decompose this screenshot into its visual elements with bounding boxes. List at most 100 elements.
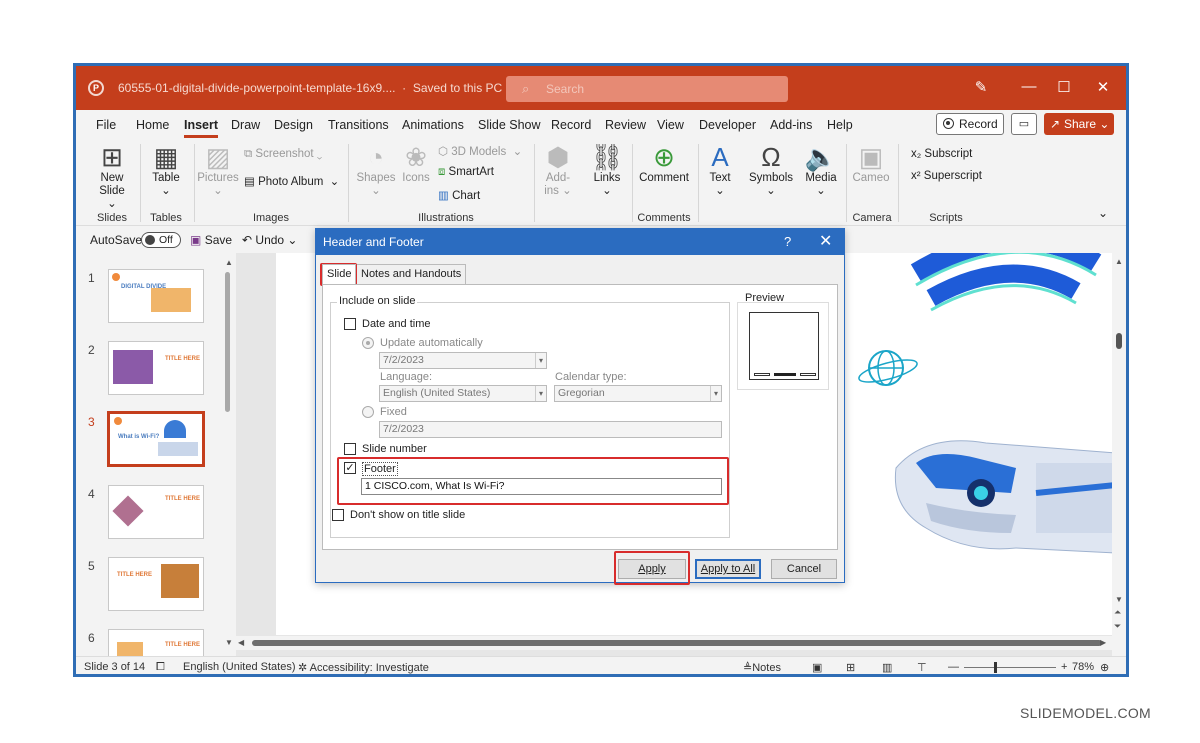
- menu-record[interactable]: Record: [551, 118, 591, 132]
- add-ins-button[interactable]: ⬢ Add-ins ⌄: [540, 142, 576, 198]
- save-button[interactable]: ▣ Save: [190, 233, 232, 247]
- dont-show-title-label: Don't show on title slide: [350, 509, 466, 521]
- screenshot-button[interactable]: ⧉ Screenshot ⌄: [244, 148, 322, 161]
- fixed-date-input[interactable]: 7/2/2023: [379, 421, 722, 438]
- spelling-icon[interactable]: ⧠: [156, 661, 165, 674]
- media-button[interactable]: 🔈 Media ⌄: [800, 142, 842, 198]
- chart-button[interactable]: ▥ Chart: [438, 188, 480, 202]
- slide-thumbnail-2[interactable]: TITLE HERE: [108, 341, 204, 395]
- menu-view[interactable]: View: [657, 118, 684, 132]
- thumbnail-scrollbar[interactable]: ▲ ▼: [224, 258, 233, 648]
- menu-add-ins[interactable]: Add-ins: [770, 118, 812, 132]
- menu-file[interactable]: File: [96, 118, 116, 132]
- help-button[interactable]: ?: [784, 229, 791, 255]
- title-bar: P 60555-01-digital-divide-powerpoint-tem…: [76, 66, 1126, 110]
- header-footer-dialog: Header and Footer ? ✕ Slide Notes and Ha…: [315, 228, 845, 585]
- pictures-button[interactable]: ▨ Pictures ⌄: [196, 142, 240, 198]
- menu-transitions[interactable]: Transitions: [328, 118, 389, 132]
- text-button[interactable]: A Text ⌄: [702, 142, 738, 198]
- 3d-models-button[interactable]: ⬡ 3D Models ⌄: [438, 144, 522, 158]
- group-label-illustrations: Illustrations: [418, 212, 474, 224]
- fixed-radio[interactable]: [362, 406, 374, 418]
- photo-album-button[interactable]: ▤ Photo Album ⌄: [244, 174, 339, 188]
- zoom-level[interactable]: 78%: [1072, 661, 1094, 673]
- superscript-button[interactable]: x² Superscript: [911, 170, 982, 182]
- cancel-button[interactable]: Cancel: [771, 559, 837, 579]
- comments-button[interactable]: ▭: [1011, 113, 1037, 135]
- autosave-label: AutoSave: [90, 233, 143, 247]
- zoom-slider-thumb[interactable]: [994, 662, 997, 673]
- chart-icon: ▥: [438, 190, 449, 202]
- slide-thumbnail-4[interactable]: TITLE HERE: [108, 485, 204, 539]
- slideshow-icon[interactable]: ⊤: [917, 661, 927, 674]
- menu-review[interactable]: Review: [605, 118, 646, 132]
- fit-to-window-icon[interactable]: ⊕: [1100, 661, 1109, 674]
- update-automatically-radio[interactable]: [362, 337, 374, 349]
- menu-help[interactable]: Help: [827, 118, 853, 132]
- symbols-button[interactable]: Ω Symbols ⌄: [746, 142, 796, 198]
- dont-show-title-checkbox[interactable]: [332, 509, 344, 521]
- menu-animations[interactable]: Animations: [402, 118, 464, 132]
- dialog-title-bar: Header and Footer ? ✕: [316, 229, 844, 255]
- pen-icon[interactable]: ✎: [971, 78, 991, 96]
- close-window-button[interactable]: ✕: [1093, 78, 1113, 96]
- language-status[interactable]: English (United States): [183, 661, 296, 673]
- save-icon: ▣: [190, 233, 202, 247]
- slide-number-checkbox[interactable]: [344, 443, 356, 455]
- menu-slide-show[interactable]: Slide Show: [478, 118, 541, 132]
- normal-view-icon[interactable]: ▣: [812, 661, 822, 674]
- date-time-checkbox[interactable]: [344, 318, 356, 330]
- links-button[interactable]: ⛓ Links ⌄: [588, 142, 626, 198]
- new-comment-button[interactable]: ⊕ Comment: [636, 142, 692, 185]
- accessibility-status[interactable]: ✲ Accessibility: Investigate: [298, 661, 429, 674]
- smartart-button[interactable]: ⧈ SmartArt: [438, 166, 494, 179]
- menu-draw[interactable]: Draw: [231, 118, 260, 132]
- slide-thumbnail-6[interactable]: TITLE HERE: [108, 629, 204, 656]
- notes-button[interactable]: ≜Notes: [743, 661, 781, 674]
- slide-sorter-icon[interactable]: ⊞: [846, 661, 855, 674]
- collapse-ribbon-icon[interactable]: ⌄: [1098, 206, 1108, 220]
- search-box[interactable]: ⌕ Search: [506, 76, 788, 102]
- zoom-in-button[interactable]: +: [1061, 661, 1067, 673]
- date-time-label: Date and time: [362, 318, 431, 330]
- new-slide-button[interactable]: ⊞ New Slide ⌄: [94, 142, 130, 211]
- vertical-scrollbar[interactable]: ▲ ▼ ⏶ ⏷: [1112, 253, 1126, 656]
- slide-thumbnail-3[interactable]: What is Wi-Fi?: [108, 412, 204, 466]
- add-ins-icon: ⬢: [546, 142, 570, 172]
- subscript-button[interactable]: x₂ Subscript: [911, 148, 972, 160]
- menu-insert[interactable]: Insert: [184, 118, 219, 138]
- maximize-button[interactable]: ☐: [1054, 78, 1074, 96]
- thumbnail-number: 3: [88, 415, 95, 429]
- slide-counter: Slide 3 of 14: [84, 661, 146, 673]
- apply-to-all-button[interactable]: Apply to All: [695, 559, 761, 579]
- share-icon: ↗: [1050, 117, 1061, 131]
- group-label-scripts: Scripts: [929, 212, 963, 224]
- shapes-button[interactable]: ◔ Shapes ⌄: [356, 142, 396, 198]
- language-select[interactable]: English (United States) ▾: [379, 385, 547, 402]
- cameo-button[interactable]: ▣ Cameo: [850, 142, 892, 185]
- undo-button[interactable]: ↶ Undo ⌄: [242, 233, 297, 247]
- dialog-close-icon[interactable]: ✕: [819, 229, 832, 255]
- zoom-slider[interactable]: [964, 667, 1056, 668]
- menu-developer[interactable]: Developer: [699, 118, 756, 132]
- slide-thumbnail-5[interactable]: TITLE HERE: [108, 557, 204, 611]
- share-button[interactable]: ↗ Share ⌄: [1044, 113, 1114, 135]
- calendar-type-select[interactable]: Gregorian ▾: [554, 385, 722, 402]
- slide-thumbnail-1[interactable]: DIGITAL DIVIDE: [108, 269, 204, 323]
- autosave-toggle[interactable]: Off: [141, 232, 181, 248]
- horizontal-scrollbar[interactable]: ◀ ▶: [236, 636, 1112, 650]
- minimize-button[interactable]: —: [1019, 78, 1039, 95]
- comment-icon: ▭: [1018, 118, 1030, 130]
- tab-notes-handouts[interactable]: Notes and Handouts: [356, 264, 467, 284]
- table-button[interactable]: ▦ Table ⌄: [146, 142, 186, 198]
- menu-home[interactable]: Home: [136, 118, 169, 132]
- menu-design[interactable]: Design: [274, 118, 313, 132]
- icons-button[interactable]: ❀ Icons: [398, 142, 434, 185]
- tab-slide[interactable]: Slide: [322, 264, 357, 284]
- status-bar: Slide 3 of 14 ⧠ English (United States) …: [76, 656, 1126, 674]
- shapes-icon: ◔: [368, 142, 384, 172]
- date-format-select[interactable]: 7/2/2023 ▾: [379, 352, 547, 369]
- reading-view-icon[interactable]: ▥: [882, 661, 892, 674]
- record-button[interactable]: Record: [936, 113, 1004, 135]
- zoom-out-button[interactable]: —: [948, 661, 959, 673]
